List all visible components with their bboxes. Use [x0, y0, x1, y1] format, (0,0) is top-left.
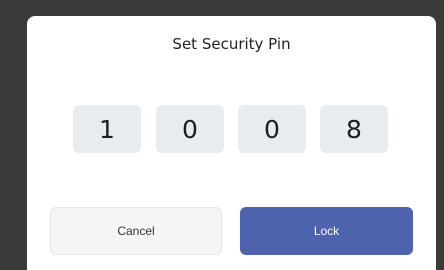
lock-button[interactable]: Lock: [240, 207, 413, 255]
pin-digit-3[interactable]: 0: [238, 105, 306, 153]
pin-digit-2[interactable]: 0: [156, 105, 224, 153]
pin-digit-1[interactable]: 1: [73, 105, 141, 153]
set-pin-dialog: Set Security Pin 1 0 0 8 Cancel Lock: [27, 16, 436, 270]
pin-digit-4[interactable]: 8: [320, 105, 388, 153]
dialog-title: Set Security Pin: [172, 35, 291, 53]
cancel-button[interactable]: Cancel: [50, 207, 222, 255]
